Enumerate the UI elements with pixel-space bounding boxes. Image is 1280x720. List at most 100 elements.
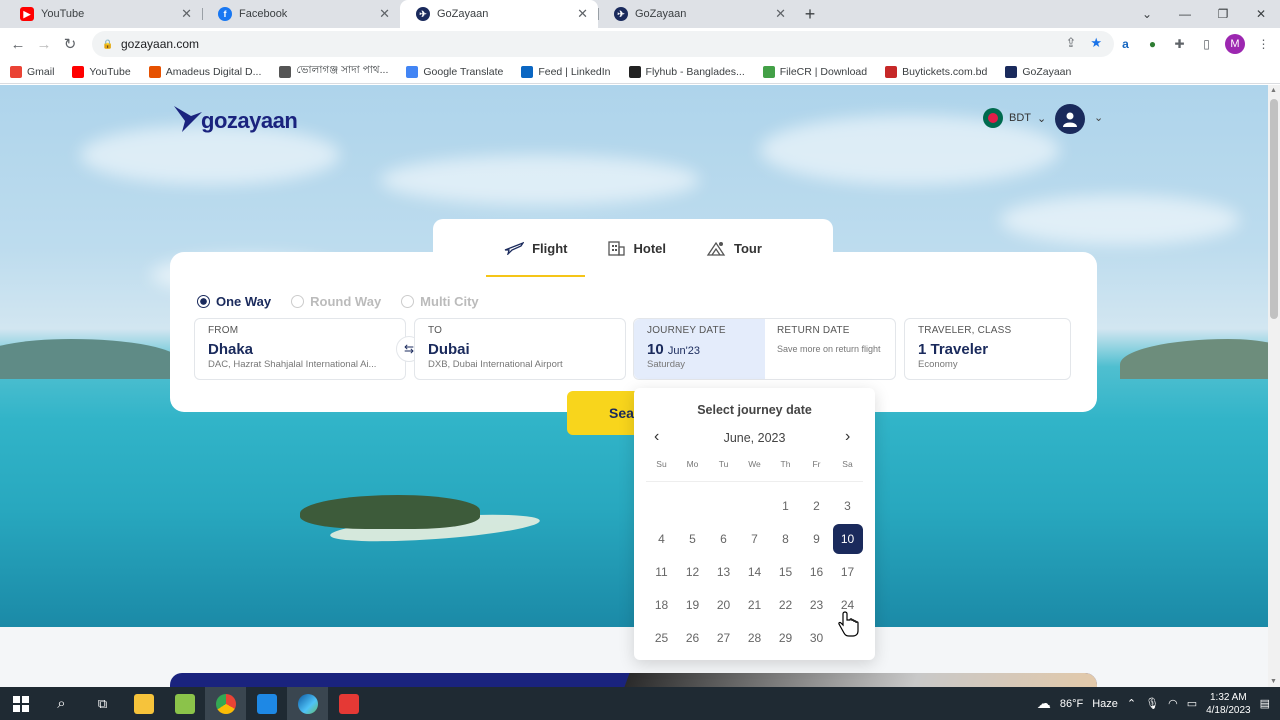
calendar-day[interactable]: 4 — [646, 522, 677, 555]
close-tab-icon[interactable]: ✕ — [379, 6, 390, 22]
calendar-day[interactable]: 18 — [646, 588, 677, 621]
calendar-day[interactable]: 13 — [708, 555, 739, 588]
bookmark-item[interactable]: FileCR | Download — [762, 65, 867, 78]
trip-type-one-way[interactable]: One Way — [197, 294, 271, 309]
windows-start-icon[interactable] — [0, 687, 41, 720]
gozayaan-logo[interactable]: gozayaan — [173, 104, 298, 134]
journey-date-field[interactable]: JOURNEY DATE 10 Jun'23 Saturday — [634, 319, 765, 379]
close-tab-icon[interactable]: ✕ — [181, 6, 192, 22]
close-tab-icon[interactable]: ✕ — [775, 6, 786, 22]
calendar-day[interactable]: 22 — [770, 588, 801, 621]
bookmark-item[interactable]: GoZayaan — [1005, 65, 1071, 78]
calendar-day[interactable]: 21 — [739, 588, 770, 621]
calendar-day[interactable]: 3 — [832, 489, 863, 522]
calendar-day[interactable]: 12 — [677, 555, 708, 588]
calendar-day[interactable]: 14 — [739, 555, 770, 588]
browser-tab-3[interactable]: ✈ GoZayaan ✕ — [400, 0, 598, 28]
battery-icon[interactable]: ▭ — [1187, 697, 1197, 710]
extensions-puzzle-icon[interactable]: ✚ — [1171, 36, 1188, 53]
promo-banner[interactable] — [170, 673, 1097, 687]
calendar-day[interactable]: 11 — [646, 555, 677, 588]
bookmark-item[interactable]: Google Translate — [406, 65, 503, 78]
notification-icon[interactable]: ▤ — [1260, 697, 1270, 710]
calendar-day[interactable]: 7 — [739, 522, 770, 555]
task-view-icon[interactable]: ⧉ — [82, 687, 123, 720]
minimize-button[interactable]: — — [1166, 0, 1204, 28]
close-window-button[interactable]: ✕ — [1242, 0, 1280, 28]
user-avatar[interactable] — [1055, 104, 1085, 134]
profile-avatar[interactable]: M — [1225, 34, 1245, 54]
bookmark-item[interactable]: Flyhub - Banglades... — [628, 65, 745, 78]
traveler-class-field[interactable]: TRAVELER, CLASS 1 Traveler Economy — [904, 318, 1071, 380]
clock[interactable]: 1:32 AM 4/18/2023 — [1206, 691, 1251, 717]
search-icon[interactable]: ⌕ — [41, 687, 82, 720]
calendar-day[interactable]: 26 — [677, 621, 708, 654]
calendar-day[interactable]: 29 — [770, 621, 801, 654]
calendar-day[interactable]: 8 — [770, 522, 801, 555]
camtasia-red-icon[interactable] — [328, 687, 369, 720]
calendar-day[interactable]: 25 — [646, 621, 677, 654]
reload-button[interactable]: ↻ — [57, 35, 83, 53]
browser-tab-1[interactable]: ▶ YouTube ✕ — [4, 0, 202, 28]
forward-button[interactable]: → — [31, 36, 57, 53]
chrome-icon[interactable] — [205, 687, 246, 720]
currency-selector[interactable]: BDT ⌄ — [983, 108, 1046, 128]
calendar-day[interactable]: 27 — [708, 621, 739, 654]
tab-hotel[interactable]: Hotel — [607, 219, 666, 277]
microphone-icon[interactable]: 🎙 — [1145, 697, 1159, 710]
calendar-day[interactable]: 16 — [801, 555, 832, 588]
calendar-day[interactable]: 30 — [801, 621, 832, 654]
file-explorer-icon[interactable] — [123, 687, 164, 720]
weather-temp[interactable]: 86°F — [1060, 698, 1083, 710]
extension-globe-icon[interactable]: ● — [1144, 36, 1161, 53]
maximize-button[interactable]: ❐ — [1204, 0, 1242, 28]
from-field[interactable]: FROM Dhaka DAC, Hazrat Shahjalal Interna… — [194, 318, 406, 380]
extension-a-icon[interactable]: a — [1117, 36, 1134, 53]
calendar-day[interactable]: 19 — [677, 588, 708, 621]
calendar-day[interactable]: 15 — [770, 555, 801, 588]
bookmark-item[interactable]: Amadeus Digital D... — [148, 65, 261, 78]
trip-type-multi-city[interactable]: Multi City — [401, 294, 479, 309]
bookmark-item[interactable]: YouTube — [72, 65, 131, 78]
photos-icon[interactable] — [246, 687, 287, 720]
bookmark-item[interactable]: ভোলাগঞ্জ সাদা পাথ... — [279, 63, 388, 80]
browser-tab-4[interactable]: ✈ GoZayaan ✕ — [598, 0, 796, 28]
camtasia-green-icon[interactable] — [164, 687, 205, 720]
calendar-day[interactable]: 6 — [708, 522, 739, 555]
calendar-day[interactable]: 28 — [739, 621, 770, 654]
side-panel-icon[interactable]: ▯ — [1198, 36, 1215, 53]
page-scrollbar[interactable]: ▲ ▼ — [1268, 85, 1280, 687]
bookmark-star-icon[interactable]: ★ — [1090, 35, 1102, 51]
bookmark-item[interactable]: Feed | LinkedIn — [521, 65, 611, 78]
bookmark-item[interactable]: Buytickets.com.bd — [885, 65, 987, 78]
back-button[interactable]: ← — [5, 36, 31, 53]
bookmark-item[interactable]: Gmail — [10, 65, 54, 78]
tab-search-icon[interactable]: ⌄ — [1128, 0, 1166, 28]
weather-desc[interactable]: Haze — [1092, 698, 1118, 710]
calendar-day[interactable]: 9 — [801, 522, 832, 555]
menu-kebab-icon[interactable]: ⋮ — [1255, 36, 1272, 53]
new-tab-button[interactable]: + — [796, 0, 824, 28]
to-field[interactable]: TO Dubai DXB, Dubai International Airpor… — [414, 318, 626, 380]
edge-icon[interactable] — [287, 687, 328, 720]
return-date-field[interactable]: RETURN DATE Save more on return flight — [765, 319, 895, 379]
calendar-day[interactable]: 5 — [677, 522, 708, 555]
calendar-day[interactable]: 23 — [801, 588, 832, 621]
trip-type-round-way[interactable]: Round Way — [291, 294, 381, 309]
calendar-day[interactable]: 20 — [708, 588, 739, 621]
close-tab-icon[interactable]: ✕ — [577, 6, 588, 22]
user-menu-chevron-icon[interactable]: ⌄ — [1094, 111, 1103, 124]
browser-tab-2[interactable]: f Facebook ✕ — [202, 0, 400, 28]
calendar-day[interactable]: 2 — [801, 489, 832, 522]
calendar-day[interactable]: 1 — [770, 489, 801, 522]
wifi-icon[interactable]: ◠ — [1168, 697, 1178, 710]
share-icon[interactable]: ⇪ — [1065, 35, 1076, 51]
calendar-day[interactable]: 17 — [832, 555, 863, 588]
tab-flight[interactable]: Flight — [485, 219, 586, 277]
address-bar[interactable]: 🔒 gozayaan.com ⇪ ★ — [92, 31, 1114, 57]
tab-tour[interactable]: Tour — [706, 219, 762, 277]
tray-chevron-icon[interactable]: ⌃ — [1127, 697, 1136, 710]
url-text[interactable]: gozayaan.com — [121, 37, 199, 51]
calendar-day[interactable]: 10 — [832, 522, 863, 555]
next-month-button[interactable]: › — [845, 428, 850, 446]
